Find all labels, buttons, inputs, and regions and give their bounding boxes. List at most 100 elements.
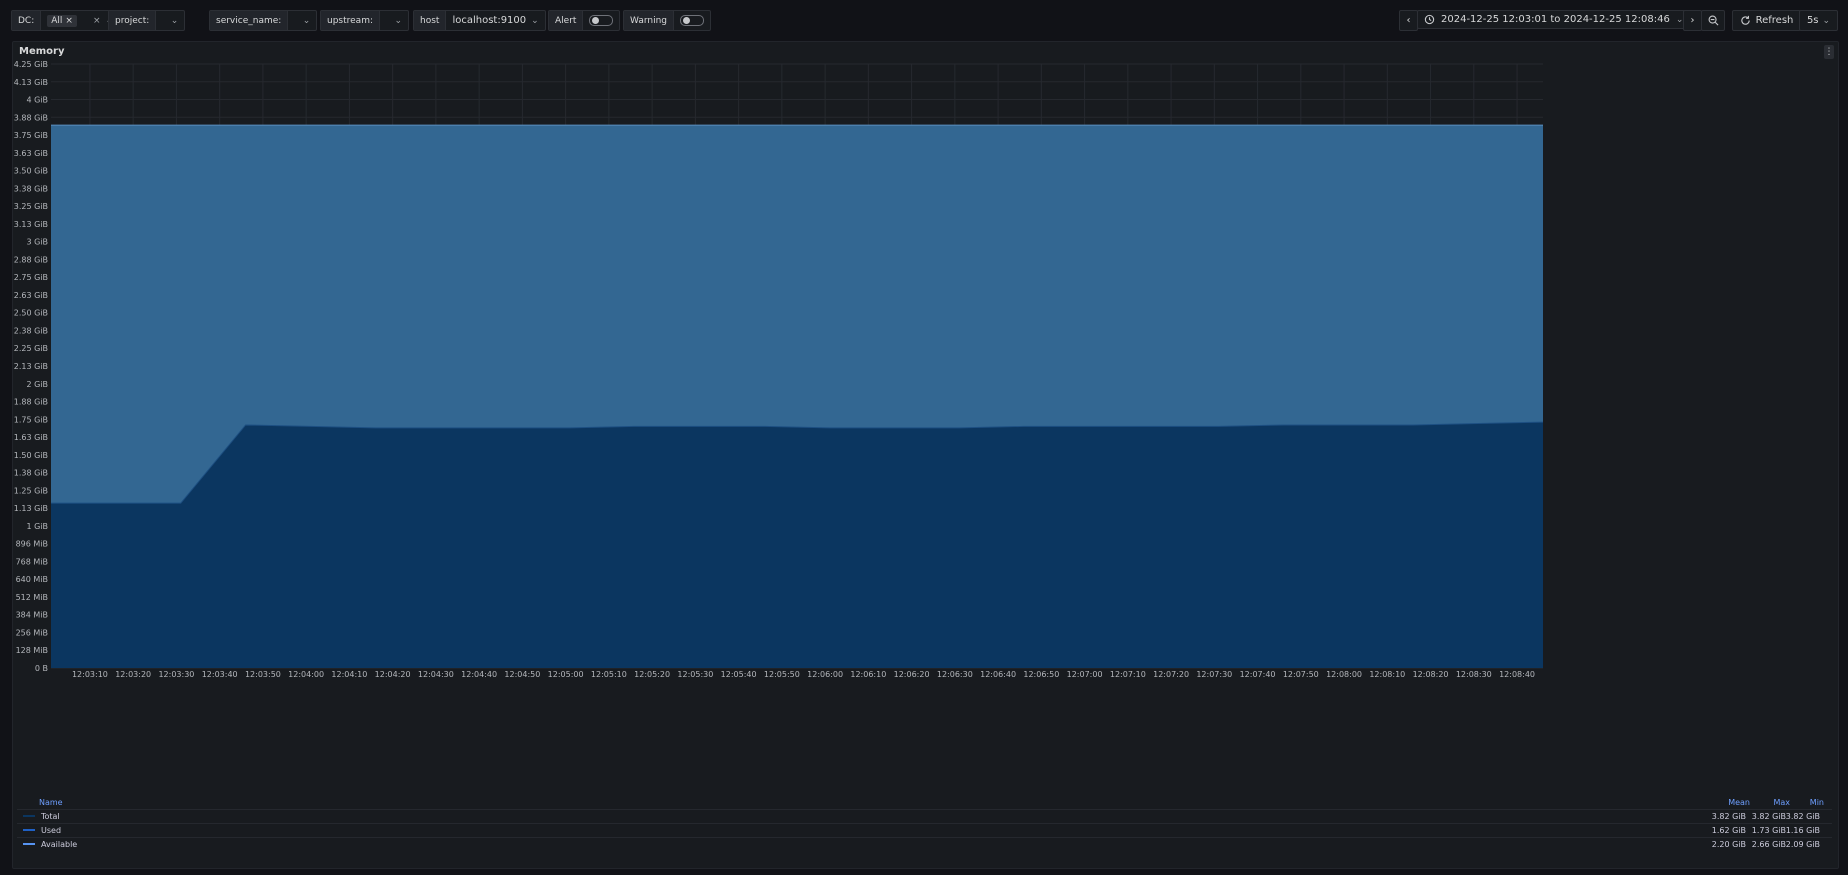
refresh-interval-picker[interactable]: 5s ⌄ bbox=[1799, 10, 1838, 31]
y-tick-label: 256 MiB bbox=[16, 628, 48, 637]
variable-warning-label: Warning bbox=[624, 11, 675, 30]
dc-chip[interactable]: All × bbox=[47, 14, 77, 27]
x-tick-label: 12:07:10 bbox=[1110, 670, 1146, 679]
x-tick-label: 12:04:30 bbox=[418, 670, 454, 679]
x-tick-label: 12:03:10 bbox=[72, 670, 108, 679]
legend-series-name[interactable]: Used bbox=[41, 826, 61, 835]
y-tick-label: 2.38 GiB bbox=[14, 326, 48, 335]
variable-project[interactable]: project: ⌄ bbox=[108, 10, 186, 31]
alert-toggle[interactable] bbox=[589, 15, 614, 26]
memory-chart[interactable]: 4.25 GiB 4.13 GiB 4 GiB 3.88 GiB 3.75 GiB 3.6… bbox=[13, 42, 1838, 792]
x-tick-label: 12:04:10 bbox=[331, 670, 367, 679]
legend-min-value: 2.09 GiB bbox=[1785, 840, 1820, 849]
y-tick-label: 768 MiB bbox=[16, 557, 48, 566]
y-tick-label: 3.50 GiB bbox=[14, 167, 48, 176]
x-tick-label: 12:07:30 bbox=[1196, 670, 1232, 679]
x-tick-label: 12:04:00 bbox=[288, 670, 324, 679]
refresh-icon bbox=[1740, 15, 1751, 26]
variable-project-select[interactable]: ⌄ bbox=[156, 11, 184, 30]
chevron-down-icon[interactable]: ⌄ bbox=[394, 16, 402, 26]
x-tick-label: 12:08:40 bbox=[1499, 670, 1535, 679]
y-tick-label: 1.25 GiB bbox=[14, 486, 48, 495]
clock-icon bbox=[1424, 14, 1435, 25]
variable-upstream-select[interactable]: ⌄ bbox=[380, 11, 408, 30]
legend-row[interactable]: Used 1.62 GiB 1.73 GiB 1.16 GiB bbox=[17, 823, 1832, 837]
y-tick-label: 2.50 GiB bbox=[14, 309, 48, 318]
variable-warning-control[interactable] bbox=[674, 11, 710, 30]
y-tick-label: 4.25 GiB bbox=[14, 60, 48, 69]
legend-series-name[interactable]: Available bbox=[41, 840, 77, 849]
legend-row[interactable]: Available 2.20 GiB 2.66 GiB 2.09 GiB bbox=[17, 837, 1832, 851]
legend-color-swatch bbox=[23, 829, 35, 831]
x-tick-label: 12:06:50 bbox=[1023, 670, 1059, 679]
variable-host[interactable]: host localhost:9100 ⌄ bbox=[413, 10, 546, 31]
x-tick-label: 12:03:20 bbox=[115, 670, 151, 679]
x-tick-label: 12:08:10 bbox=[1369, 670, 1405, 679]
refresh-button[interactable]: Refresh bbox=[1732, 10, 1801, 31]
y-tick-label: 2.75 GiB bbox=[14, 273, 48, 282]
x-tick-label: 12:06:10 bbox=[850, 670, 886, 679]
variable-upstream[interactable]: upstream: ⌄ bbox=[320, 10, 409, 31]
clear-icon[interactable]: × bbox=[93, 16, 101, 26]
x-tick-label: 12:05:40 bbox=[721, 670, 757, 679]
y-tick-label: 2.13 GiB bbox=[14, 362, 48, 371]
y-tick-label: 4 GiB bbox=[26, 96, 48, 105]
dashboard-toolbar: DC: All × × ⌄ project: ⌄ service_name: ⌄… bbox=[0, 0, 1848, 40]
variable-alert-control[interactable] bbox=[583, 11, 619, 30]
x-tick-label: 12:07:20 bbox=[1153, 670, 1189, 679]
chip-remove-icon[interactable]: × bbox=[65, 16, 73, 26]
y-tick-label: 2.88 GiB bbox=[14, 255, 48, 264]
time-shift-back-button[interactable]: ‹ bbox=[1399, 10, 1418, 31]
legend-min-value: 1.16 GiB bbox=[1785, 826, 1820, 835]
y-tick-label: 3.88 GiB bbox=[14, 113, 48, 122]
x-tick-label: 12:08:30 bbox=[1456, 670, 1492, 679]
y-tick-label: 2.25 GiB bbox=[14, 344, 48, 353]
legend-series-name[interactable]: Total bbox=[41, 812, 60, 821]
x-tick-label: 12:08:20 bbox=[1413, 670, 1449, 679]
warning-toggle[interactable] bbox=[680, 15, 705, 26]
x-tick-label: 12:03:50 bbox=[245, 670, 281, 679]
x-tick-label: 12:06:40 bbox=[980, 670, 1016, 679]
y-tick-label: 3 GiB bbox=[26, 238, 48, 247]
y-tick-label: 0 B bbox=[35, 664, 48, 673]
y-tick-label: 1.38 GiB bbox=[14, 469, 48, 478]
y-tick-label: 896 MiB bbox=[16, 540, 48, 549]
variable-dc[interactable]: DC: All × × ⌄ bbox=[11, 10, 121, 31]
y-tick-label: 3.75 GiB bbox=[14, 131, 48, 140]
y-tick-label: 1.13 GiB bbox=[14, 504, 48, 513]
dc-chip-label: All bbox=[51, 15, 63, 26]
variable-host-select[interactable]: localhost:9100 ⌄ bbox=[446, 11, 544, 30]
chevron-down-icon[interactable]: ⌄ bbox=[531, 16, 539, 26]
x-tick-label: 12:04:20 bbox=[375, 670, 411, 679]
variable-upstream-label: upstream: bbox=[321, 11, 380, 30]
zoom-out-button[interactable] bbox=[1701, 10, 1725, 31]
y-tick-label: 3.38 GiB bbox=[14, 184, 48, 193]
y-tick-label: 3.63 GiB bbox=[14, 149, 48, 158]
x-tick-label: 12:07:50 bbox=[1283, 670, 1319, 679]
time-range-picker[interactable]: 2024-12-25 12:03:01 to 2024-12-25 12:08:… bbox=[1417, 10, 1687, 29]
variable-service-name-select[interactable]: ⌄ bbox=[288, 11, 316, 30]
x-tick-label: 12:05:00 bbox=[548, 670, 584, 679]
x-tick-label: 12:06:20 bbox=[894, 670, 930, 679]
legend-min-value: 3.82 GiB bbox=[1785, 812, 1820, 821]
variable-dc-label: DC: bbox=[12, 11, 42, 30]
y-tick-label: 4.13 GiB bbox=[14, 78, 48, 87]
variable-service-name[interactable]: service_name: ⌄ bbox=[209, 10, 318, 31]
memory-panel: Memory ⋮ 4.25 GiB 4.13 GiB 4 GiB 3.88 GiB 3.… bbox=[12, 41, 1839, 869]
chevron-down-icon[interactable]: ⌄ bbox=[171, 16, 179, 26]
variable-host-value: localhost:9100 bbox=[452, 15, 527, 26]
y-tick-label: 2.63 GiB bbox=[14, 291, 48, 300]
time-shift-forward-button[interactable]: › bbox=[1683, 10, 1702, 31]
chevron-down-icon[interactable]: ⌄ bbox=[303, 16, 311, 26]
chevron-right-icon: › bbox=[1690, 15, 1695, 26]
x-tick-label: 12:06:30 bbox=[937, 670, 973, 679]
variable-warning[interactable]: Warning bbox=[623, 10, 712, 31]
y-tick-label: 1.75 GiB bbox=[14, 415, 48, 424]
y-tick-label: 128 MiB bbox=[16, 646, 48, 655]
legend-row[interactable]: Total 3.82 GiB 3.82 GiB 3.82 GiB bbox=[17, 809, 1832, 823]
zoom-out-icon bbox=[1708, 15, 1719, 26]
y-tick-label: 3.13 GiB bbox=[14, 220, 48, 229]
x-tick-label: 12:08:00 bbox=[1326, 670, 1362, 679]
variable-alert[interactable]: Alert bbox=[548, 10, 621, 31]
x-tick-label: 12:04:40 bbox=[461, 670, 497, 679]
